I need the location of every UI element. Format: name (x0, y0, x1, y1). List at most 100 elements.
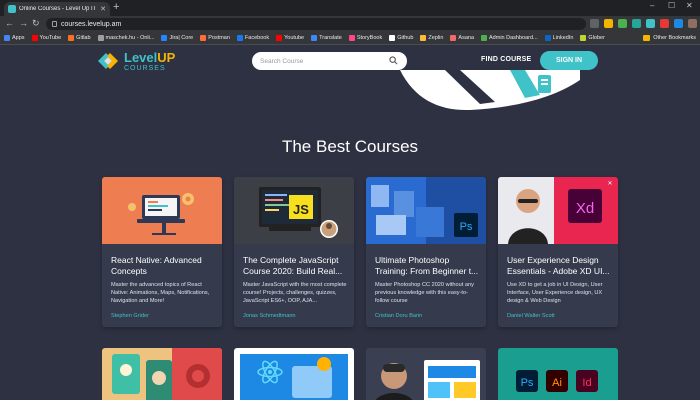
bookmark-item[interactable]: Postman (200, 35, 230, 41)
close-tab-icon[interactable]: ✕ (100, 5, 106, 13)
bookmark-icon (580, 35, 587, 41)
bookmark-item[interactable]: Glober (580, 35, 605, 41)
search-icon[interactable] (389, 56, 398, 65)
extensions-area (590, 19, 697, 28)
course-card[interactable]: Ps Ultimate Photoshop Training: From Beg… (366, 177, 486, 327)
tab-title: Online Courses - Level Up IT C (19, 6, 98, 12)
bookmark-icon (4, 35, 10, 41)
folder-icon (643, 35, 651, 41)
photoshop-badge: Ps (460, 221, 473, 233)
close-icon: ✕ (607, 181, 612, 187)
course-card-thumbnail[interactable]: Ps Ai Id (498, 348, 618, 400)
hero-illustration (400, 70, 580, 111)
indesign-badge: Id (582, 377, 591, 389)
course-thumbnail: Ps (366, 177, 486, 244)
bookmark-item[interactable]: StoryBook (348, 35, 382, 41)
lock-icon (52, 21, 57, 27)
course-card-thumbnail[interactable] (102, 348, 222, 400)
extension-icon[interactable] (660, 19, 669, 28)
levelup-logo[interactable]: LevelUP COURSES (96, 50, 175, 72)
star-icon[interactable] (604, 19, 613, 28)
browser-toolbar: ← → ↻ courses.levelup.am (0, 16, 700, 32)
bookmark-item[interactable]: LinkedIn (544, 35, 573, 41)
bookmark-icon (348, 35, 355, 41)
close-window-button[interactable]: ✕ (686, 1, 693, 10)
browser-tab-bar: Online Courses - Level Up IT C ✕ + – ☐ ✕ (0, 0, 700, 16)
course-title[interactable]: User Experience Design Essentials - Adob… (507, 255, 612, 277)
bookmark-icon (161, 35, 168, 41)
illustrator-badge: Ai (552, 377, 562, 389)
course-description: Use XD to get a job in UI Design, User I… (507, 282, 603, 305)
course-author[interactable]: Jonas Schmedtmann (243, 313, 296, 319)
bookmark-icon (68, 35, 75, 41)
sign-in-button[interactable]: SIGN IN (540, 51, 598, 70)
course-title[interactable]: The Complete JavaScript Course 2020: Bui… (243, 255, 348, 277)
extension-icon[interactable] (646, 19, 655, 28)
course-title[interactable]: React Native: Advanced Concepts (111, 255, 216, 277)
bookmark-item[interactable]: YouTube (31, 35, 61, 41)
bookmark-item[interactable]: Zeplin (420, 35, 443, 41)
course-card[interactable]: JS The Complete JavaScript Course 2020: … (234, 177, 354, 327)
profile-avatar[interactable] (688, 19, 697, 28)
js-badge: JS (293, 202, 309, 217)
levelup-logo-icon (98, 53, 118, 69)
maximize-window-button[interactable]: ☐ (668, 1, 675, 10)
bookmark-icon (420, 35, 427, 41)
minimize-window-button[interactable]: – (650, 1, 654, 10)
bookmark-icon (200, 35, 207, 41)
new-tab-button[interactable]: + (113, 1, 119, 13)
find-course-link[interactable]: FIND COURSE (481, 56, 531, 63)
bookmark-icon (389, 35, 396, 41)
course-description: Master the advanced topics of React Nati… (111, 282, 210, 305)
extension-icon[interactable] (632, 19, 641, 28)
bookmark-icon (450, 35, 457, 41)
section-title: The Best Courses (281, 137, 419, 156)
bookmark-icon (236, 35, 243, 41)
bookmark-icon (97, 35, 104, 41)
logo-courses-text: COURSES (124, 64, 166, 72)
course-description: Master Photoshop CC 2020 without any pre… (375, 282, 474, 305)
xd-badge: Xd (576, 200, 594, 217)
bookmark-item[interactable]: maschek.hu - Onli... (97, 35, 154, 41)
course-card[interactable]: Xd ✕ User Experience Design Essentials -… (498, 177, 618, 327)
bookmark-item[interactable]: Gitlab (68, 35, 91, 41)
course-card-thumbnail[interactable] (234, 348, 354, 400)
browser-tab[interactable]: Online Courses - Level Up IT C ✕ (4, 2, 110, 16)
course-thumbnail: JS (234, 177, 354, 244)
course-author[interactable]: Daniel Walter Scott (507, 313, 555, 319)
forward-arrow-icon[interactable]: → (19, 18, 28, 28)
bookmark-item[interactable]: Admin Dashboard... (481, 35, 538, 41)
bookmarks-bar: Apps YouTube Gitlab maschek.hu - Onli...… (0, 32, 700, 45)
bookmark-item[interactable]: Apps (4, 35, 25, 41)
translate-icon[interactable] (590, 19, 599, 28)
course-thumbnail: Xd ✕ (498, 177, 618, 244)
extension-icon[interactable] (618, 19, 627, 28)
bookmark-icon (481, 35, 488, 41)
bookmark-item[interactable]: Translate (311, 35, 342, 41)
extension-icon[interactable] (674, 19, 683, 28)
bookmark-item[interactable]: Youtube (276, 35, 304, 41)
back-arrow-icon[interactable]: ← (5, 18, 14, 28)
bookmark-icon (311, 35, 318, 41)
course-author[interactable]: Cristian Doru Barin (375, 313, 422, 319)
bookmark-icon (31, 35, 38, 41)
bookmark-item[interactable]: Github (389, 35, 413, 41)
bookmark-item[interactable]: Facebook (236, 35, 269, 41)
other-bookmarks[interactable]: Other Bookmarks (643, 35, 696, 41)
course-title[interactable]: Ultimate Photoshop Training: From Beginn… (375, 255, 480, 277)
url-text: courses.levelup.am (61, 20, 122, 28)
reload-icon[interactable]: ↻ (32, 18, 40, 29)
search-input[interactable] (260, 57, 380, 65)
photoshop-badge: Ps (521, 377, 534, 389)
bookmark-icon (276, 35, 283, 41)
logo-level-text: Level (124, 49, 158, 65)
course-card-thumbnail[interactable] (366, 348, 486, 400)
course-description: Master JavaScript with the most complete… (243, 282, 347, 305)
search-box[interactable] (252, 52, 407, 70)
course-author[interactable]: Stephen Grider (111, 313, 149, 319)
bookmark-icon (544, 35, 551, 41)
bookmark-item[interactable]: Jira| Core (161, 35, 193, 41)
address-bar[interactable]: courses.levelup.am (46, 18, 586, 30)
bookmark-item[interactable]: Asana (450, 35, 474, 41)
course-card[interactable]: React Native: Advanced Concepts Master t… (102, 177, 222, 327)
